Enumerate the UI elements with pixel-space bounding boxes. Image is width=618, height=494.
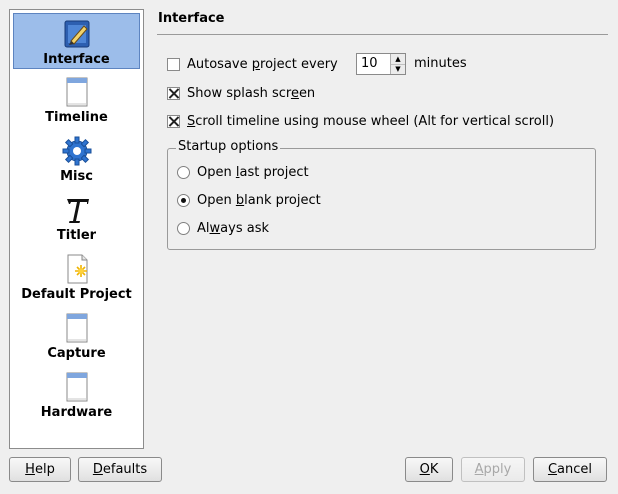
sidebar-item-misc[interactable]: Misc <box>13 131 140 187</box>
sidebar: Interface Timeline Misc Titler Default P… <box>9 9 144 449</box>
always-ask-radio[interactable] <box>177 221 190 235</box>
autosave-minutes-value[interactable]: 10 <box>361 56 378 71</box>
scroll-checkbox[interactable] <box>167 114 180 128</box>
sidebar-item-default-project[interactable]: Default Project <box>13 249 140 305</box>
sidebar-item-label: Timeline <box>45 110 108 125</box>
scroll-option[interactable]: Scroll timeline using mouse wheel (Alt f… <box>167 112 554 130</box>
defaults-button[interactable]: Defaults <box>78 457 162 482</box>
splash-checkbox[interactable] <box>167 86 180 100</box>
new-document-icon <box>67 254 87 284</box>
spinbox-arrows: ▲ ▼ <box>390 54 405 74</box>
open-last-project-option[interactable]: Open last project <box>177 163 309 181</box>
spin-down-icon[interactable]: ▼ <box>391 64 405 74</box>
page-title: Interface <box>158 11 225 26</box>
page-icon <box>66 313 87 343</box>
autosave-checkbox[interactable] <box>167 57 180 71</box>
cancel-button[interactable]: Cancel <box>533 457 607 482</box>
minutes-label: minutes <box>414 56 467 71</box>
gear-icon <box>62 136 91 166</box>
page-icon <box>66 77 87 107</box>
splash-label: Show splash screen <box>187 85 316 101</box>
splash-option[interactable]: Show splash screen <box>167 84 315 102</box>
sidebar-item-label: Titler <box>56 228 97 243</box>
sidebar-item-label: Hardware <box>40 405 113 420</box>
sidebar-item-capture[interactable]: Capture <box>13 308 140 364</box>
sidebar-item-interface[interactable]: Interface <box>13 13 140 69</box>
help-button[interactable]: Help <box>9 457 71 482</box>
open-blank-project-label: Open blank project <box>197 192 321 208</box>
pen-document-icon <box>64 20 89 48</box>
sidebar-item-label: Capture <box>47 346 106 361</box>
always-ask-label: Always ask <box>197 220 269 236</box>
open-last-project-radio[interactable] <box>177 165 190 179</box>
scroll-label: Scroll timeline using mouse wheel (Alt f… <box>187 113 555 129</box>
open-last-project-label: Open last project <box>197 164 309 180</box>
sidebar-item-titler[interactable]: Titler <box>13 190 140 246</box>
sidebar-item-label: Misc <box>60 169 93 184</box>
sidebar-item-label: Interface <box>43 52 110 67</box>
sidebar-item-hardware[interactable]: Hardware <box>13 367 140 423</box>
apply-button: Apply <box>461 457 525 482</box>
autosave-minutes-spinbox[interactable]: 10 ▲ ▼ <box>356 53 406 75</box>
open-blank-project-radio[interactable] <box>177 193 190 207</box>
sidebar-item-label: Default Project <box>21 287 132 302</box>
text-t-icon <box>66 199 89 223</box>
ok-button[interactable]: OK <box>405 457 453 482</box>
autosave-option[interactable]: Autosave project every <box>167 55 338 73</box>
open-blank-project-option[interactable]: Open blank project <box>177 191 321 209</box>
autosave-label: Autosave project every <box>187 56 338 72</box>
always-ask-option[interactable]: Always ask <box>177 219 269 237</box>
page-icon <box>66 372 87 402</box>
sidebar-item-timeline[interactable]: Timeline <box>13 72 140 128</box>
title-divider <box>157 34 608 35</box>
startup-options-title: Startup options <box>176 139 281 154</box>
